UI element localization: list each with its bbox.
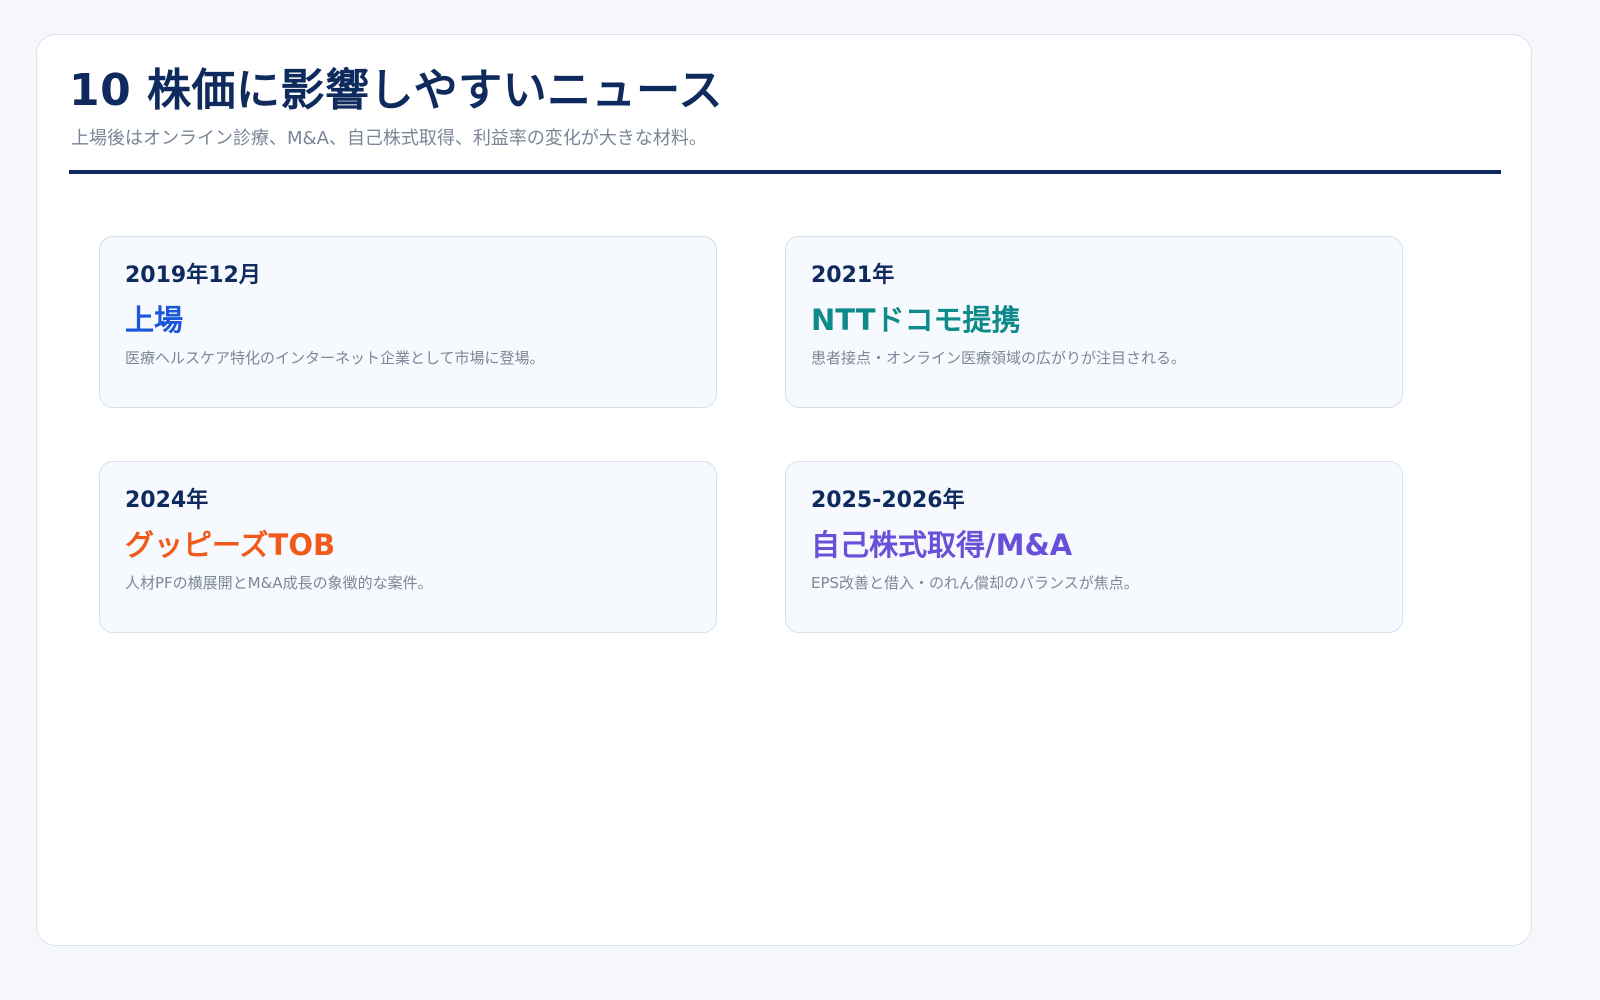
news-card-description: 患者接点・オンライン医療領域の広がりが注目される。	[811, 349, 1187, 367]
header: 10 株価に影響しやすいニュース 上場後はオンライン診療、M&A、自己株式取得、…	[69, 63, 1501, 151]
news-card: 2021年 NTTドコモ提携 患者接点・オンライン医療領域の広がりが注目される。	[785, 236, 1403, 408]
news-card-headline: グッピーズTOB	[125, 528, 336, 562]
slide: 10 株価に影響しやすいニュース 上場後はオンライン診療、M&A、自己株式取得、…	[36, 34, 1532, 946]
news-card-date: 2024年	[125, 488, 209, 513]
news-card-grid: 2019年12月 上場 医療ヘルスケア特化のインターネット企業として市場に登場。…	[99, 236, 1403, 633]
news-card: 2019年12月 上場 医療ヘルスケア特化のインターネット企業として市場に登場。	[99, 236, 717, 408]
news-card-date: 2021年	[811, 263, 895, 288]
news-card-description: EPS改善と借入・のれん償却のバランスが焦点。	[811, 574, 1139, 592]
news-card: 2024年 グッピーズTOB 人材PFの横展開とM&A成長の象徴的な案件。	[99, 461, 717, 633]
page-title: 10 株価に影響しやすいニュース	[69, 65, 723, 116]
news-card: 2025-2026年 自己株式取得/M&A EPS改善と借入・のれん償却のバラン…	[785, 461, 1403, 633]
news-card-headline: 上場	[125, 303, 184, 337]
news-card-date: 2019年12月	[125, 263, 261, 288]
news-card-headline: NTTドコモ提携	[811, 303, 1021, 337]
news-card-headline: 自己株式取得/M&A	[811, 528, 1073, 562]
title-divider	[69, 170, 1501, 174]
page-subtitle: 上場後はオンライン診療、M&A、自己株式取得、利益率の変化が大きな材料。	[71, 128, 707, 149]
news-card-date: 2025-2026年	[811, 488, 965, 513]
news-card-description: 人材PFの横展開とM&A成長の象徴的な案件。	[125, 574, 433, 592]
news-card-description: 医療ヘルスケア特化のインターネット企業として市場に登場。	[125, 349, 545, 367]
